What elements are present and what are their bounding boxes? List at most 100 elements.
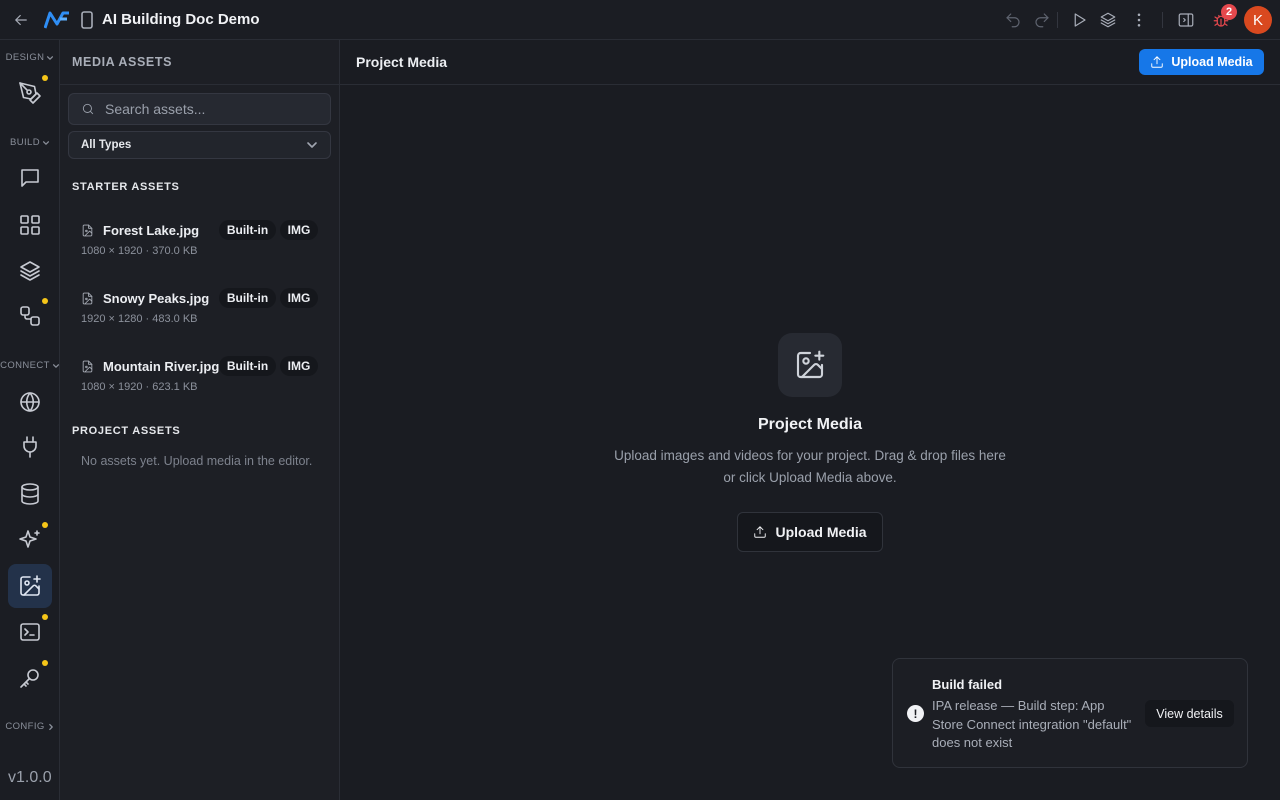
- toolbar-divider: [1162, 12, 1163, 28]
- layers-toolbar-icon[interactable]: [1099, 11, 1117, 29]
- rail-section-label: BUILD: [10, 137, 40, 148]
- chevron-down-icon: [47, 55, 54, 60]
- built-in-badge: Built-in: [219, 220, 276, 240]
- phone-icon[interactable]: [80, 11, 94, 29]
- panel-title: MEDIA ASSETS: [72, 55, 173, 69]
- built-in-badge: Built-in: [219, 288, 276, 308]
- type-badge: IMG: [280, 288, 318, 308]
- search-input[interactable]: [105, 101, 315, 117]
- asset-meta: 1080 × 1920 · 370.0 KB: [81, 245, 198, 257]
- upload-media-label: Upload Media: [775, 524, 867, 540]
- avatar[interactable]: K: [1244, 6, 1272, 34]
- rail-item-chat[interactable]: [8, 156, 52, 200]
- app-logo: [44, 10, 70, 30]
- image-plus-icon: [20, 575, 41, 596]
- left-rail: DESIGN BUILD CONNECT CONFIG v1.0.0: [0, 40, 60, 800]
- image-file-icon: [82, 224, 93, 237]
- play-icon[interactable]: [1070, 11, 1088, 29]
- chat-icon: [21, 169, 39, 187]
- upload-media-button[interactable]: Upload Media: [1139, 49, 1264, 75]
- sparkles-icon: [19, 530, 40, 548]
- asset-meta: 1920 × 1280 · 483.0 KB: [81, 313, 198, 325]
- rail-item-layers[interactable]: [8, 249, 52, 293]
- chevron-down-icon: [52, 363, 59, 368]
- media-assets-panel: MEDIA ASSETS All Types STARTER ASSETS Fo…: [60, 40, 340, 800]
- database-icon: [21, 483, 39, 505]
- asset-meta: 1080 × 1920 · 623.1 KB: [81, 381, 198, 393]
- main-header: Project Media Upload Media: [340, 40, 1280, 85]
- undo-icon[interactable]: [1004, 11, 1022, 29]
- alert-icon: !: [907, 705, 924, 722]
- empty-state-description: Upload images and videos for your projec…: [614, 448, 1006, 485]
- app-title: AI Building Doc Demo: [102, 11, 260, 28]
- project-assets-heading: PROJECT ASSETS: [72, 425, 181, 437]
- rail-item-ai[interactable]: [8, 518, 52, 562]
- rail-section-label: CONNECT: [0, 360, 50, 371]
- app-version: v1.0.0: [8, 769, 52, 786]
- chevron-down-icon: [307, 142, 317, 148]
- pen-tool-icon: [19, 82, 41, 104]
- asset-name: Mountain River.jpg: [103, 359, 220, 374]
- asset-name: Snowy Peaks.jpg: [103, 291, 210, 306]
- chevron-right-icon: [48, 723, 53, 730]
- type-badge: IMG: [280, 356, 318, 376]
- project-assets-empty-text: No assets yet. Upload media in the edito…: [81, 454, 313, 468]
- rail-item-media[interactable]: [8, 564, 52, 608]
- rail-section-config[interactable]: CONFIG: [0, 721, 60, 732]
- divider: [60, 84, 340, 85]
- key-icon: [20, 669, 39, 688]
- list-item[interactable]: Forest Lake.jpg Built-in IMG 1080 × 1920…: [81, 220, 331, 260]
- notification-dot: [42, 660, 48, 666]
- built-in-badge: Built-in: [219, 356, 276, 376]
- image-plus-icon: [778, 333, 842, 397]
- toast-title: Build failed: [932, 677, 1003, 692]
- panel-toggle-icon[interactable]: [1177, 11, 1195, 29]
- redo-icon[interactable]: [1033, 11, 1051, 29]
- notification-dot: [42, 614, 48, 620]
- build-failed-toast: ! Build failed IPA release — Build step:…: [892, 658, 1248, 768]
- notification-dot: [42, 522, 48, 528]
- toast-message: IPA release — Build step: App Store Conn…: [932, 698, 1132, 750]
- type-badge: IMG: [280, 220, 318, 240]
- rail-item-keys[interactable]: [8, 656, 52, 700]
- terminal-icon: [20, 623, 40, 641]
- rail-section-connect[interactable]: CONNECT: [0, 360, 60, 371]
- list-item[interactable]: Mountain River.jpg Built-in IMG 1080 × 1…: [81, 356, 331, 396]
- back-arrow-icon[interactable]: [12, 11, 30, 29]
- search-icon: [82, 103, 94, 115]
- rail-item-api[interactable]: [8, 380, 52, 424]
- empty-state-title: Project Media: [757, 416, 863, 433]
- upload-icon: [1151, 56, 1164, 68]
- list-item[interactable]: Snowy Peaks.jpg Built-in IMG 1920 × 1280…: [81, 288, 331, 328]
- rail-section-design[interactable]: DESIGN: [0, 52, 60, 63]
- type-filter-select[interactable]: All Types: [68, 131, 331, 159]
- error-count-badge: 2: [1221, 4, 1237, 20]
- rail-item-components[interactable]: [8, 203, 52, 247]
- starter-assets-heading: STARTER ASSETS: [72, 181, 180, 193]
- asset-name: Forest Lake.jpg: [103, 223, 200, 238]
- top-bar: AI Building Doc Demo 2 K: [0, 0, 1280, 40]
- upload-media-label: Upload Media: [1171, 55, 1253, 69]
- rail-item-design[interactable]: [8, 71, 52, 115]
- notification-dot: [42, 298, 48, 304]
- globe-icon: [20, 392, 40, 412]
- rail-item-integrations[interactable]: [8, 425, 52, 469]
- rail-section-build[interactable]: BUILD: [0, 137, 60, 148]
- workflow-icon: [20, 306, 40, 326]
- image-file-icon: [82, 292, 93, 305]
- view-details-button[interactable]: View details: [1145, 700, 1234, 727]
- rail-item-workflow[interactable]: [8, 294, 52, 338]
- more-vertical-icon[interactable]: [1130, 11, 1148, 29]
- empty-state-upload-button[interactable]: Upload Media: [737, 512, 883, 552]
- rail-item-terminal[interactable]: [8, 610, 52, 654]
- search-box[interactable]: [68, 93, 331, 125]
- rail-item-database[interactable]: [8, 472, 52, 516]
- chevron-down-icon: [42, 140, 50, 145]
- upload-icon: [754, 526, 767, 538]
- rail-section-label: CONFIG: [5, 721, 45, 732]
- grid-icon: [20, 215, 40, 235]
- page-title: Project Media: [356, 54, 448, 70]
- layers-icon: [20, 261, 40, 281]
- toolbar-divider: [1057, 12, 1058, 28]
- notification-dot: [42, 75, 48, 81]
